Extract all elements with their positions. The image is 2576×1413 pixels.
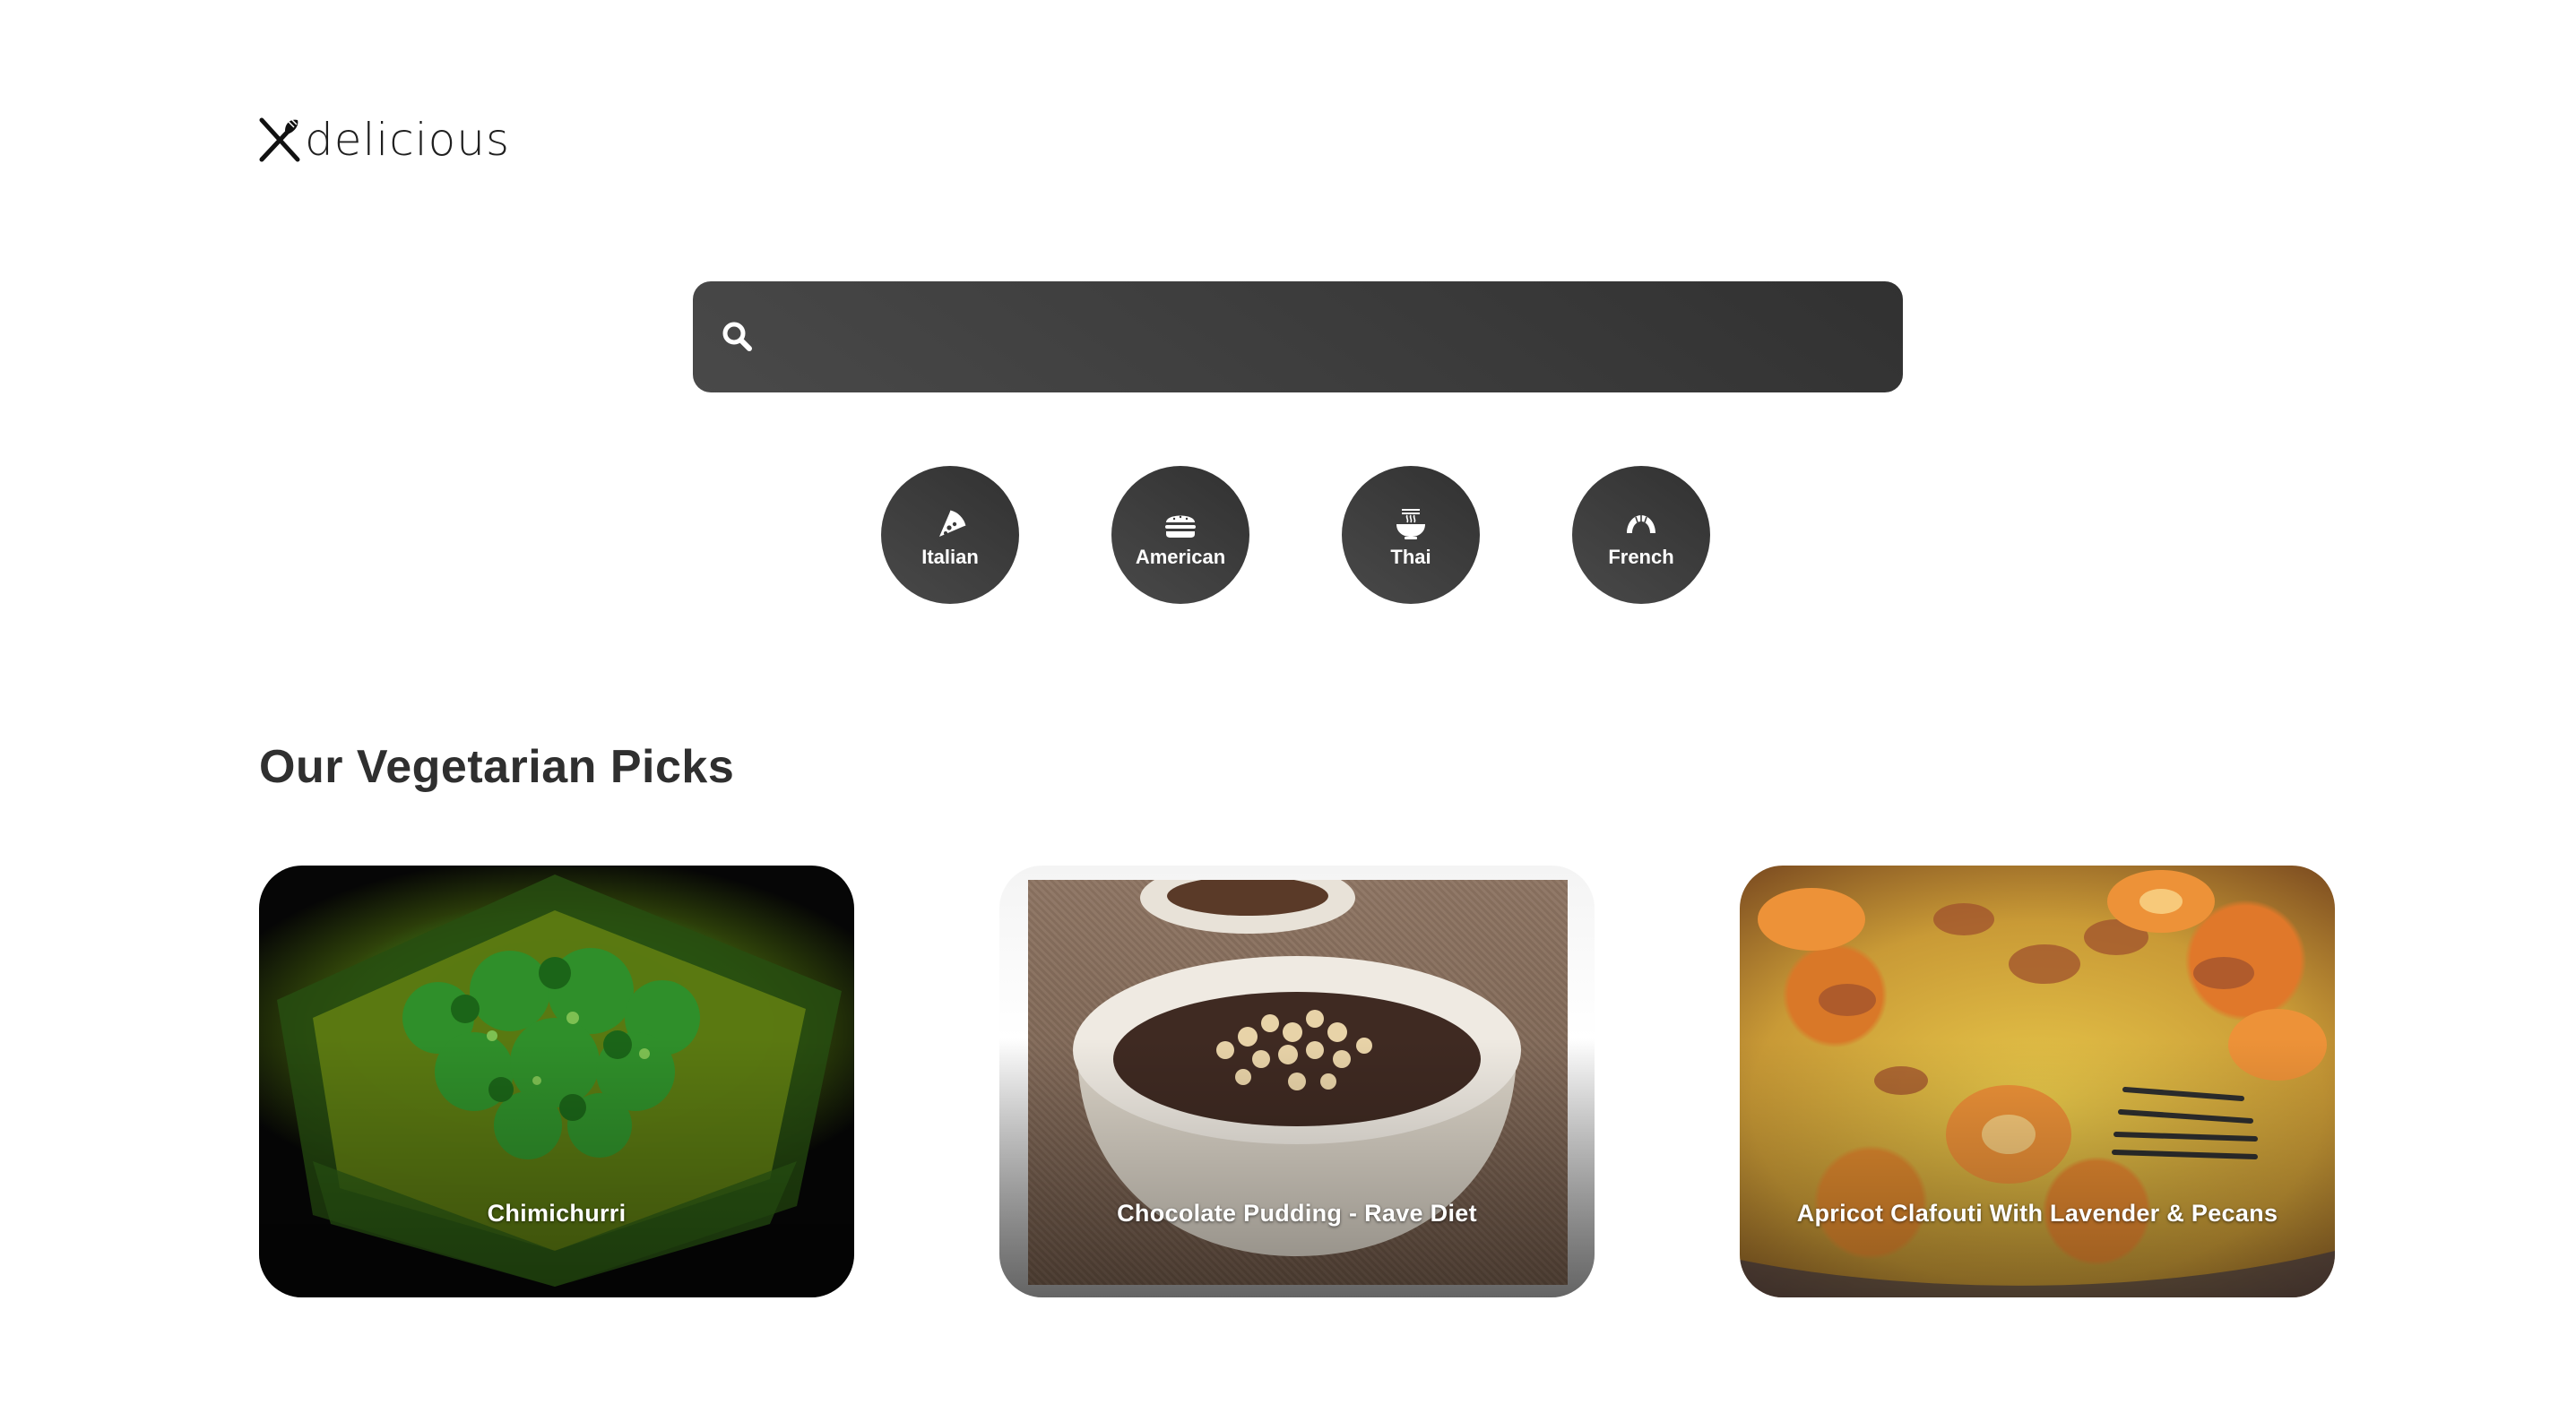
hamburger-icon [1165,515,1196,538]
fork-knife-icon [259,117,300,162]
recipe-title: Apricot Clafouti With Lavender & Pecans [1796,1200,2278,1227]
recipe-card[interactable]: Chocolate Pudding - Rave Diet [999,866,1595,1297]
croissant-icon [1627,515,1655,533]
search-input[interactable] [756,280,1903,393]
cuisine-label: French [1608,546,1674,568]
cuisine-label: Thai [1390,546,1431,568]
cuisine-american-button[interactable]: American [1111,466,1249,604]
card-shade [1740,866,2335,1297]
cuisine-thai-button[interactable]: Thai [1342,466,1480,604]
card-shade [259,866,854,1297]
section-title: Our Vegetarian Picks [259,741,735,793]
cuisine-french-button[interactable]: French [1572,466,1710,604]
logo-text: delicious [305,114,510,166]
logo-link[interactable]: delicious [258,113,510,167]
cuisine-label: American [1135,546,1226,568]
pizza-icon [939,510,966,537]
card-shade [999,866,1595,1297]
search-icon[interactable] [720,319,756,355]
recipe-card[interactable]: Apricot Clafouti With Lavender & Pecans [1740,866,2335,1297]
recipe-card[interactable]: Chimichurri [259,866,854,1297]
cuisine-italian-button[interactable]: Italian [881,466,1019,604]
search-form [693,280,1903,393]
cuisine-label: Italian [921,546,979,568]
recipe-title: Chocolate Pudding - Rave Diet [1117,1200,1477,1227]
noodle-bowl-icon [1396,509,1425,539]
recipe-title: Chimichurri [487,1200,627,1227]
cuisine-categories: Italian American Thai French [881,466,1710,604]
recipe-cards: Chimichurri Chocolate Pudding - Rave Die… [259,866,2335,1297]
page: delicious Italian American Thai French O… [0,0,2576,1413]
